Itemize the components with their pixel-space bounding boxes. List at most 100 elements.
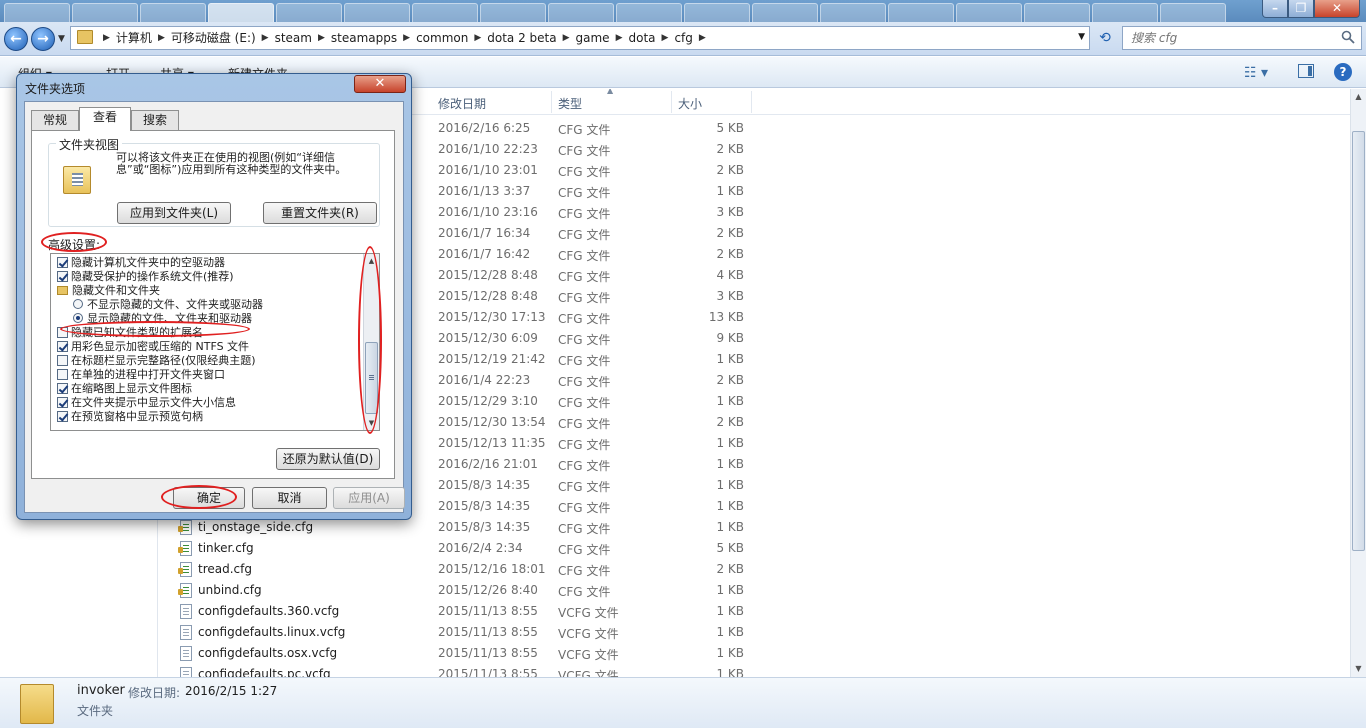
taskbar-thumb[interactable] xyxy=(1024,3,1090,22)
checkbox[interactable] xyxy=(57,369,68,380)
advanced-setting-check[interactable]: 隐藏受保护的操作系统文件(推荐) xyxy=(57,270,234,284)
breadcrumb-chevron-icon[interactable]: ▶ xyxy=(262,31,269,45)
advanced-setting-check[interactable]: 在缩略图上显示文件图标 xyxy=(57,382,192,396)
taskbar-thumb[interactable] xyxy=(276,3,342,22)
taskbar-thumb[interactable] xyxy=(684,3,750,22)
preview-pane-icon[interactable] xyxy=(1298,64,1314,78)
scroll-down-arrow-icon[interactable]: ▼ xyxy=(1351,661,1366,677)
breadcrumb-chevron-icon[interactable]: ▶ xyxy=(403,31,410,45)
checkbox[interactable] xyxy=(57,257,68,268)
breadcrumb-chevron-icon[interactable]: ▶ xyxy=(158,31,165,45)
checkbox[interactable] xyxy=(57,383,68,394)
checkbox[interactable] xyxy=(57,341,68,352)
table-row[interactable]: configdefaults.osx.vcfg 2015/11/13 8:55 VC… xyxy=(159,643,1350,664)
checkbox[interactable] xyxy=(57,327,68,338)
tab-general[interactable]: 常规 xyxy=(31,110,79,130)
advanced-setting-check[interactable]: 在标题栏显示完整路径(仅限经典主题) xyxy=(57,354,256,368)
scroll-thumb[interactable] xyxy=(1352,131,1365,551)
advanced-setting-check[interactable]: 在预览窗格中显示预览句柄 xyxy=(57,410,203,424)
advanced-setting-check[interactable]: 在单独的进程中打开文件夹窗口 xyxy=(57,368,225,382)
search-icon[interactable] xyxy=(1341,30,1355,44)
reset-folders-button[interactable]: 重置文件夹(R) xyxy=(263,202,377,224)
checkbox[interactable] xyxy=(57,271,68,282)
breadcrumb-chevron-icon[interactable]: ▶ xyxy=(474,31,481,45)
breadcrumb-item[interactable]: game xyxy=(576,31,610,45)
table-row[interactable]: tinker.cfg 2016/2/4 2:34 CFG 文件 5 KB xyxy=(159,538,1350,559)
change-view-icon[interactable]: ☷ ▾ xyxy=(1244,65,1268,81)
address-history-chevron-icon[interactable]: ▼ xyxy=(1078,32,1085,42)
restore-defaults-button[interactable]: 还原为默认值(D) xyxy=(276,448,380,470)
breadcrumb-chevron-icon[interactable]: ▶ xyxy=(563,31,570,45)
table-row[interactable]: ti_onstage_side.cfg 2015/8/3 14:35 CFG 文件 1… xyxy=(159,517,1350,538)
taskbar-thumb[interactable] xyxy=(72,3,138,22)
column-modified[interactable]: 修改日期 xyxy=(438,95,486,112)
advanced-setting-check[interactable]: 在文件夹提示中显示文件大小信息 xyxy=(57,396,236,410)
maximize-button[interactable]: ❐ xyxy=(1288,0,1314,18)
table-row[interactable]: configdefaults.linux.vcfg 2015/11/13 8:55… xyxy=(159,622,1350,643)
taskbar-thumb[interactable] xyxy=(480,3,546,22)
taskbar-thumb[interactable] xyxy=(1160,3,1226,22)
breadcrumb-item[interactable]: steam xyxy=(275,31,312,45)
scroll-down-arrow-icon[interactable]: ▼ xyxy=(364,416,379,430)
checkbox[interactable] xyxy=(57,411,68,422)
window-close-button[interactable]: ✕ xyxy=(1314,0,1360,18)
breadcrumb-item[interactable]: common xyxy=(416,31,468,45)
breadcrumb-item[interactable]: steamapps xyxy=(331,31,397,45)
cancel-button[interactable]: 取消 xyxy=(252,487,327,509)
advanced-settings-scrollbar[interactable]: ▲ ▼ xyxy=(363,254,379,430)
column-size[interactable]: 大小 xyxy=(678,95,702,112)
taskbar-thumb[interactable] xyxy=(956,3,1022,22)
ok-button[interactable]: 确定 xyxy=(173,487,245,509)
table-row[interactable]: configdefaults.360.vcfg 2015/11/13 8:55 VC… xyxy=(159,601,1350,622)
checkbox[interactable] xyxy=(57,397,68,408)
help-icon[interactable]: ? xyxy=(1334,63,1352,81)
refresh-icon[interactable]: ⟲ xyxy=(1094,28,1116,48)
taskbar-thumb[interactable] xyxy=(1092,3,1158,22)
breadcrumb-item[interactable]: 可移动磁盘 (E:) xyxy=(171,31,256,45)
recent-pages-chevron-icon[interactable]: ▼ xyxy=(58,34,65,44)
column-separator[interactable] xyxy=(551,91,552,113)
file-list-scrollbar[interactable]: ▲ ▼ xyxy=(1350,89,1366,677)
apply-button[interactable]: 应用(A) xyxy=(333,487,405,509)
breadcrumb-item[interactable]: 计算机 xyxy=(116,31,152,45)
table-row[interactable]: unbind.cfg 2015/12/26 8:40 CFG 文件 1 KB xyxy=(159,580,1350,601)
checkbox[interactable] xyxy=(57,355,68,366)
table-row[interactable]: tread.cfg 2015/12/16 18:01 CFG 文件 2 KB xyxy=(159,559,1350,580)
breadcrumb-chevron-icon[interactable]: ▶ xyxy=(318,31,325,45)
advanced-setting-radio[interactable]: 显示隐藏的文件、文件夹和驱动器 xyxy=(73,312,252,326)
column-type[interactable]: 类型 xyxy=(558,95,582,112)
scroll-up-arrow-icon[interactable]: ▲ xyxy=(1351,89,1366,105)
breadcrumb-chevron-icon[interactable]: ▶ xyxy=(662,31,669,45)
taskbar-thumb[interactable] xyxy=(344,3,410,22)
taskbar-thumb[interactable] xyxy=(616,3,682,22)
scroll-up-arrow-icon[interactable]: ▲ xyxy=(364,254,379,268)
taskbar-thumb[interactable] xyxy=(548,3,614,22)
scroll-thumb[interactable] xyxy=(365,342,378,414)
advanced-setting-radio[interactable]: 不显示隐藏的文件、文件夹或驱动器 xyxy=(73,298,263,312)
radio-button[interactable] xyxy=(73,299,83,309)
breadcrumb-chevron-icon[interactable]: ▶ xyxy=(616,31,623,45)
breadcrumb-item[interactable]: dota xyxy=(628,31,655,45)
dialog-close-button[interactable]: ✕ xyxy=(354,75,406,93)
search-input[interactable] xyxy=(1123,27,1333,49)
advanced-setting-check[interactable]: 用彩色显示加密或压缩的 NTFS 文件 xyxy=(57,340,249,354)
apply-to-folders-button[interactable]: 应用到文件夹(L) xyxy=(117,202,231,224)
taskbar-thumb[interactable] xyxy=(4,3,70,22)
taskbar-thumb-active[interactable] xyxy=(208,3,274,22)
tab-search[interactable]: 搜索 xyxy=(131,110,179,130)
minimize-button[interactable]: – xyxy=(1262,0,1288,18)
taskbar-thumb[interactable] xyxy=(820,3,886,22)
breadcrumb-chevron-icon[interactable]: ▶ xyxy=(699,31,706,45)
taskbar-thumb[interactable] xyxy=(752,3,818,22)
column-separator[interactable] xyxy=(671,91,672,113)
breadcrumb-item[interactable]: cfg xyxy=(674,31,692,45)
back-arrow-icon[interactable]: ← xyxy=(4,27,28,51)
table-row[interactable]: configdefaults.pc.vcfg 2015/11/13 8:55 VCF… xyxy=(159,664,1350,677)
advanced-setting-check[interactable]: 隐藏计算机文件夹中的空驱动器 xyxy=(57,256,225,270)
address-box[interactable]: ▶ 计算机 ▶ 可移动磁盘 (E:) ▶ steam ▶ steamapps ▶ common ▶ d… xyxy=(70,26,1090,50)
advanced-setting-check[interactable]: 隐藏已知文件类型的扩展名 xyxy=(57,326,203,340)
radio-button[interactable] xyxy=(73,313,83,323)
taskbar-thumb[interactable] xyxy=(412,3,478,22)
tab-view[interactable]: 查看 xyxy=(79,107,131,131)
forward-arrow-icon[interactable]: → xyxy=(31,27,55,51)
